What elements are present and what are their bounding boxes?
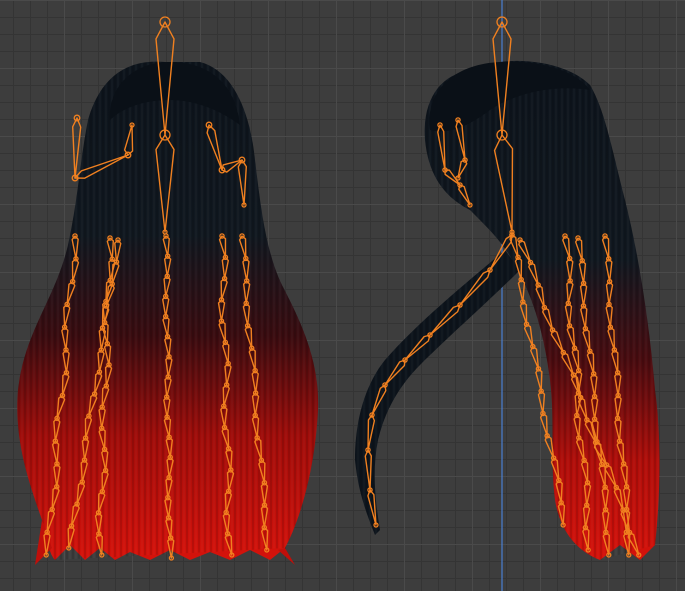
3d-viewport[interactable] xyxy=(0,0,685,591)
bone[interactable] xyxy=(530,345,540,370)
bone[interactable] xyxy=(523,323,534,348)
bone[interactable] xyxy=(72,117,82,179)
bone[interactable] xyxy=(535,368,543,392)
front-hair-mesh[interactable] xyxy=(17,61,319,565)
bone[interactable] xyxy=(537,390,546,415)
bone[interactable] xyxy=(544,435,555,459)
bone[interactable] xyxy=(519,301,528,325)
bone[interactable] xyxy=(517,278,526,303)
bone[interactable] xyxy=(539,412,548,437)
viewport-canvas xyxy=(17,0,660,591)
